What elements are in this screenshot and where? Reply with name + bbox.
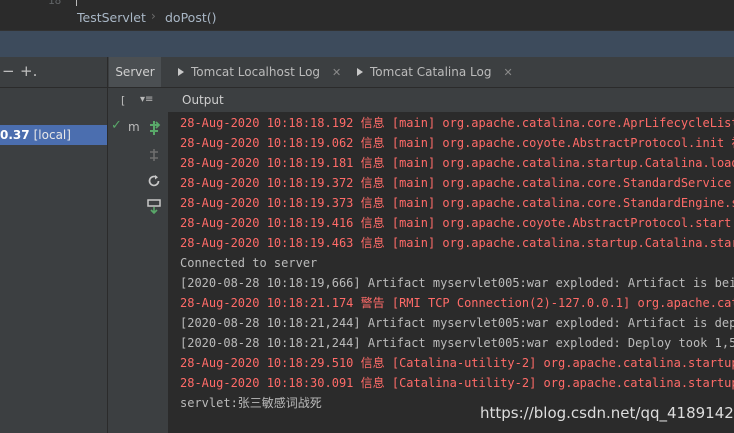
log-icon (178, 68, 184, 76)
deploy-icon[interactable] (147, 120, 161, 140)
refresh-icon[interactable] (147, 174, 161, 192)
console-line: 28-Aug-2020 10:18:18.192 信息 [main] org.a… (180, 116, 734, 130)
console-line: 28-Aug-2020 10:18:19.181 信息 [main] org.a… (180, 156, 734, 170)
undeploy-icon[interactable] (147, 148, 161, 166)
add-service-button[interactable]: +. (20, 62, 37, 80)
services-toolbar: − +. Server Tomcat Localhost Log ✕ Tomcat… (0, 57, 734, 88)
breadcrumb-separator: › (151, 9, 156, 23)
console-line: Connected to server (180, 256, 318, 270)
console-line: 28-Aug-2020 10:18:29.510 信息 [Catalina-ut… (180, 356, 734, 370)
filter-icon[interactable]: ▾≡ (140, 94, 153, 105)
console-line: servlet:张三敏感词战死 (180, 396, 322, 410)
output-label: Output (182, 93, 224, 107)
server-location: [local] (33, 128, 71, 142)
console-line: 28-Aug-2020 10:18:19.062 信息 [main] org.a… (180, 136, 734, 150)
server-version: 0.37 (0, 128, 30, 142)
watermark: https://blog.csdn.net/qq_41891425 (480, 404, 734, 422)
console-line: 28-Aug-2020 10:18:21.174 警告 [RMI TCP Con… (180, 296, 734, 310)
redeploy-icon[interactable] (147, 198, 161, 218)
deployment-panel: [ ▾≡ ✓ m (108, 88, 168, 433)
console-line: 28-Aug-2020 10:18:19.416 信息 [main] org.a… (180, 216, 734, 230)
tab-server[interactable]: Server (109, 57, 161, 87)
breadcrumb: TestServlet › doPost() (0, 6, 734, 31)
log-icon (357, 68, 363, 76)
deployment-item[interactable]: m (128, 120, 140, 134)
console-line: 28-Aug-2020 10:18:19.373 信息 [main] org.a… (180, 196, 734, 210)
console-line: 28-Aug-2020 10:18:19.372 信息 [main] org.a… (180, 176, 734, 190)
tab-label: Tomcat Localhost Log (191, 65, 321, 79)
tab-server-label: Server (115, 65, 155, 79)
console-line: [2020-08-28 10:18:21,244] Artifact myser… (180, 316, 734, 330)
breadcrumb-class[interactable]: TestServlet (77, 10, 146, 25)
tomcat-server-item[interactable]: 0.37 [local] (0, 125, 107, 145)
check-icon: ✓ (111, 118, 122, 133)
console-line: [2020-08-28 10:18:19,666] Artifact myser… (180, 276, 734, 290)
breadcrumb-method[interactable]: doPost() (165, 10, 217, 25)
tab-tomcat-localhost-log[interactable]: Tomcat Localhost Log ✕ (178, 57, 341, 87)
close-icon[interactable]: ✕ (332, 66, 341, 79)
console-line: [2020-08-28 10:18:21,244] Artifact myser… (180, 336, 734, 350)
collapse-button[interactable]: − (2, 62, 15, 80)
tool-window-header (0, 31, 734, 57)
output-header: Output (168, 88, 734, 113)
tab-label: Tomcat Catalina Log (370, 65, 492, 79)
console-line: 28-Aug-2020 10:18:19.463 信息 [main] org.a… (180, 236, 734, 250)
tab-tomcat-catalina-log[interactable]: Tomcat Catalina Log ✕ (357, 57, 513, 87)
console-line: 28-Aug-2020 10:18:30.091 信息 [Catalina-ut… (180, 376, 734, 390)
console-output[interactable]: 28-Aug-2020 10:18:18.192 信息 [main] org.a… (168, 113, 734, 433)
services-tree: 0.37 [local] (0, 88, 107, 433)
deployment-column-header: [ (121, 94, 126, 107)
close-icon[interactable]: ✕ (503, 66, 512, 79)
